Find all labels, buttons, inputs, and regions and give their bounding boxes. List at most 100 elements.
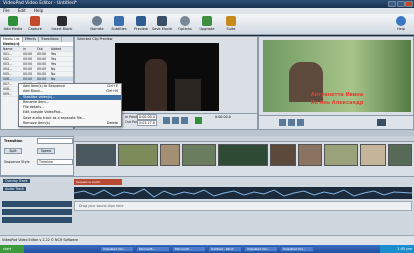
tab-effects[interactable]: Effects [23, 37, 39, 42]
sound-drop-zone[interactable]: Drag your sound clips here [74, 201, 412, 211]
context-menu-item-label: Add Item(s) to Sequence [23, 84, 66, 88]
narrate-button[interactable]: Narrate [86, 15, 108, 34]
person-silhouette [145, 59, 167, 111]
video-clip[interactable] [182, 144, 216, 166]
toolbar: Add Media Capture Insert Blank Narrate S… [0, 14, 414, 35]
save-movie-button[interactable]: Save Movie [150, 15, 174, 34]
context-menu-item-label: Edit outside VideoPad... [23, 110, 64, 115]
sequence-tools: Transition Split Speed Sequence Style Ti… [0, 136, 74, 176]
preview-icon [136, 16, 146, 26]
capture-button[interactable]: Capture [24, 15, 46, 34]
taskbar-item[interactable]: VideoPad Vid... [100, 246, 134, 252]
status-bar: VideoPad Video Editor v 2.22 © NCH Softw… [0, 235, 414, 245]
track-controls [2, 201, 72, 233]
taskbar-item[interactable]: Microsoft... [172, 246, 206, 252]
waveform-graphic [74, 188, 412, 198]
window-title: VideoPad Video Editor - Untitled* [3, 1, 78, 6]
seq-play-button[interactable] [288, 119, 295, 126]
clock: 1:45 pm [380, 245, 414, 253]
status-text: VideoPad Video Editor v 2.22 © NCH Softw… [2, 238, 78, 242]
prev-frame-button[interactable] [163, 117, 170, 124]
video-clip[interactable] [388, 144, 412, 166]
context-menu-item-label: Rename item... [23, 99, 49, 104]
video-track [74, 144, 414, 168]
start-button[interactable]: start [0, 245, 24, 253]
track-control[interactable] [2, 209, 72, 215]
in-point-label: In Point [125, 115, 138, 119]
add-to-sequence-button[interactable] [195, 117, 202, 124]
video-clip[interactable] [218, 144, 268, 166]
suite-icon [226, 16, 236, 26]
sequence-preview-pane: Антуанетта Ивина Ян Ань Александр [258, 36, 414, 130]
seq-next-button[interactable] [297, 119, 304, 126]
insert-blank-icon [57, 16, 67, 26]
add-media-icon [8, 16, 18, 26]
maximize-button[interactable] [397, 1, 405, 7]
out-point-field[interactable]: 0:03:27.8 [137, 120, 157, 126]
drop-hint: Drag your sound clips here [79, 204, 124, 208]
narrate-icon [92, 16, 102, 26]
title-bar: VideoPad Video Editor - Untitled* [0, 0, 414, 8]
clip-preview-title: Selected Clip Preview [77, 37, 113, 41]
transition-select[interactable] [37, 138, 73, 144]
split-button[interactable]: Split [4, 148, 22, 154]
snapshot-button[interactable] [377, 119, 386, 126]
subtitles-button[interactable]: Subtitles [108, 15, 130, 34]
overlay-track-label: Overlay Track [3, 179, 30, 183]
upgrade-icon [202, 16, 212, 26]
context-menu-item-label: Save audio track as a separate file... [23, 115, 86, 120]
taskbar-item[interactable]: VideoPad Vid... [244, 246, 278, 252]
video-clip[interactable] [360, 144, 386, 166]
audio-area: Overlay Track Sequence Audio Audio Track… [0, 176, 414, 235]
add-media-button[interactable]: Add Media [2, 15, 24, 34]
audio-track-label: Audio Track [3, 187, 27, 191]
context-menu-item-label: File details... [23, 105, 45, 110]
context-menu-item-shortcut: Delete [106, 121, 118, 126]
upgrade-button[interactable]: Upgrade [196, 15, 218, 34]
speed-button[interactable]: Speed [37, 148, 55, 154]
context-menu: Add Item(s) to Sequence Ctrl+E Add Blank..… [18, 83, 122, 127]
subtitle-line-1: Антуанетта Ивина [310, 92, 364, 98]
options-button[interactable]: Options [174, 15, 196, 34]
suite-button[interactable]: Suite [220, 15, 242, 34]
next-frame-button[interactable] [181, 117, 188, 124]
taskbar: start VideoPad Vid... Microsoft... Micro… [0, 245, 414, 253]
video-clip[interactable] [270, 144, 296, 166]
play-clip-button[interactable] [172, 117, 179, 124]
taskbar-item[interactable]: Microsoft... [136, 246, 170, 252]
audio-waveform[interactable] [74, 187, 412, 199]
help-icon [396, 16, 406, 26]
minimize-button[interactable] [388, 1, 396, 7]
transition-label: Transition [4, 139, 23, 143]
sequence-style-label: Sequence Style [4, 160, 30, 164]
menu-file[interactable]: File [3, 8, 10, 13]
context-menu-item-label: Add Blank... [23, 89, 44, 94]
close-button[interactable] [405, 1, 413, 7]
menu-help[interactable]: Help [34, 8, 43, 13]
video-clip[interactable] [298, 144, 322, 166]
preview-button[interactable]: Preview [130, 15, 152, 34]
taskbar-item[interactable]: Untitled - Paint [208, 246, 242, 252]
clip-time: 0:00:00.0 [215, 115, 231, 119]
track-control[interactable] [2, 201, 72, 207]
insert-blank-button[interactable]: Insert Blank [50, 15, 74, 34]
subtitle-line-2: Ян Ань Александр [310, 100, 364, 106]
menu-edit[interactable]: Edit [18, 8, 26, 13]
track-control[interactable] [2, 217, 72, 223]
seq-prev-button[interactable] [279, 119, 286, 126]
save-movie-icon [157, 16, 167, 26]
context-menu-item[interactable]: Remove item(s) Delete [19, 121, 121, 126]
sequence-preview-video: Антуанетта Ивина Ян Ань Александр [263, 40, 411, 112]
taskbar-item[interactable]: VideoPad Vid... [280, 246, 314, 252]
help-button[interactable]: Help [390, 15, 412, 34]
video-timeline [74, 136, 414, 176]
video-clip[interactable] [118, 144, 158, 166]
context-menu-item-label: Remove item(s) [23, 121, 50, 126]
tab-transitions[interactable]: Transitions [39, 37, 62, 42]
background-shape [175, 79, 201, 111]
video-clip[interactable] [76, 144, 116, 166]
sound-clip-label[interactable]: Sequence Audio [74, 179, 122, 185]
video-clip[interactable] [324, 144, 358, 166]
video-clip[interactable] [160, 144, 180, 166]
sequence-style-select[interactable]: Timeline [37, 159, 73, 165]
